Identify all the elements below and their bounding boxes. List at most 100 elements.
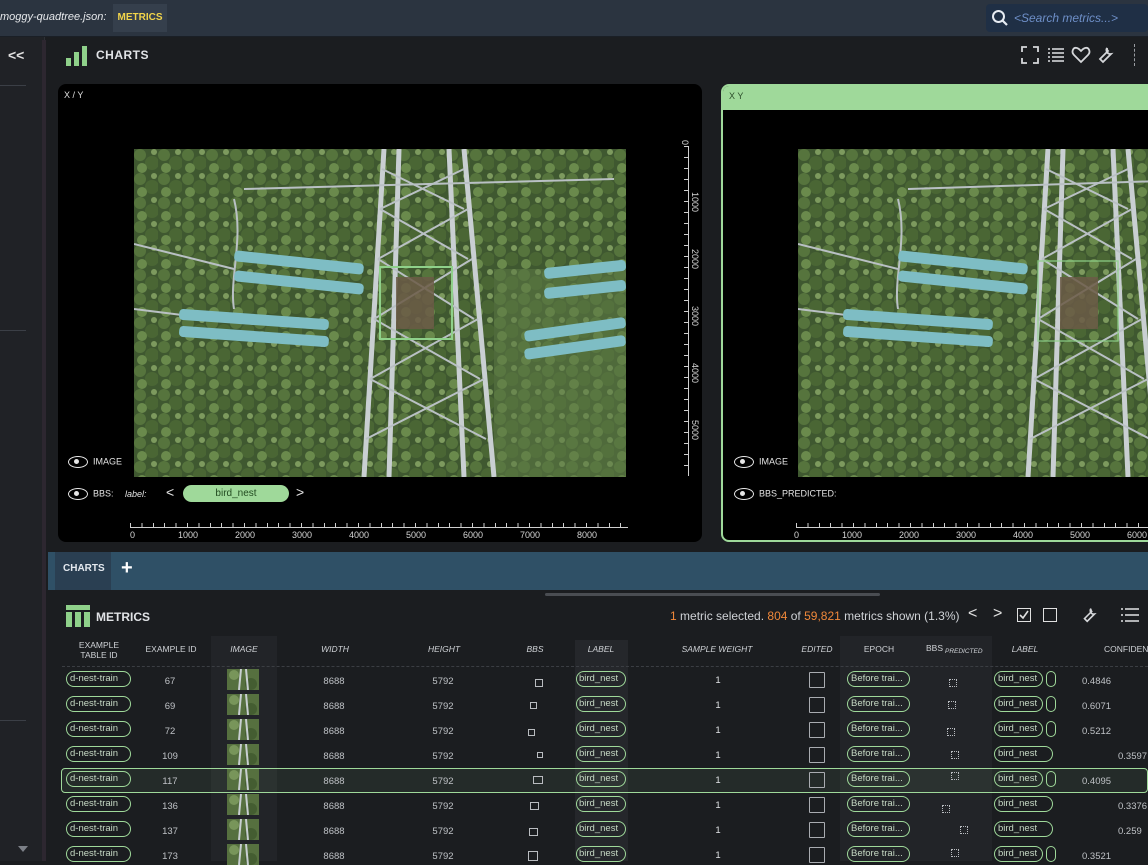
image-thumbnail[interactable] <box>227 769 259 790</box>
edited-checkbox[interactable] <box>809 697 825 713</box>
tab-metrics[interactable]: METRICS <box>113 4 167 32</box>
edited-checkbox[interactable] <box>809 772 825 788</box>
image-thumbnail[interactable] <box>227 844 259 865</box>
label-pill[interactable]: bird_nest <box>576 796 626 812</box>
horizontal-scrollbar[interactable] <box>545 593 880 596</box>
pred-label-pill[interactable]: bird_nest <box>994 696 1043 712</box>
x-tick-label: 5000 <box>406 530 427 540</box>
col-header-epoch[interactable]: EPOCH <box>856 644 902 654</box>
edited-checkbox[interactable] <box>809 747 825 763</box>
wrench-icon[interactable] <box>1095 45 1115 70</box>
col-header-example-id[interactable]: EXAMPLE ID <box>140 644 202 654</box>
image-thumbnail[interactable] <box>227 719 259 740</box>
example-id-cell: 173 <box>162 851 178 862</box>
col-header-example-table-id[interactable]: EXAMPLE TABLE ID <box>72 640 126 660</box>
col-header-width[interactable]: WIDTH <box>310 644 360 654</box>
col-header-bbs[interactable]: BBS <box>516 644 554 654</box>
table-id-pill[interactable]: d-nest-train <box>66 671 131 687</box>
table-id-pill[interactable]: d-nest-train <box>66 721 131 737</box>
col-header-height[interactable]: HEIGHT <box>418 644 470 654</box>
image-thumbnail[interactable] <box>227 694 259 715</box>
prev-label-button[interactable]: < <box>166 484 174 500</box>
epoch-pill[interactable]: Before trai... <box>847 721 910 737</box>
epoch-pill[interactable]: Before trai... <box>847 796 910 812</box>
layout-icon[interactable] <box>1134 44 1148 66</box>
wrench-icon[interactable] <box>1080 606 1098 627</box>
chart-panel-predicted[interactable]: X Y IMAGE BBS_PREDICTED: 0 1000 2000 300… <box>721 84 1148 542</box>
x-tick-label: 4000 <box>1013 530 1034 540</box>
col-header-image[interactable]: IMAGE <box>220 644 268 654</box>
bbs-layer-toggle[interactable]: BBS: <box>68 488 114 500</box>
col-header-pred-label[interactable]: LABEL <box>1002 644 1048 654</box>
pred-label-pill[interactable]: bird_nest <box>994 671 1043 687</box>
table-id-pill[interactable]: d-nest-train <box>66 771 131 787</box>
label-pill[interactable]: bird_nest <box>576 671 626 687</box>
pred-label-pill[interactable]: bird_nest <box>994 771 1043 787</box>
pred-label-pill[interactable]: bird_nest <box>994 821 1053 837</box>
col-header-confidence[interactable]: CONFIDEN <box>1104 644 1148 654</box>
next-label-button[interactable]: > <box>296 484 304 500</box>
table-id-pill[interactable]: d-nest-train <box>66 821 131 837</box>
search-input[interactable]: <Search metrics...> <box>986 4 1148 32</box>
prev-page-button[interactable]: < <box>968 605 977 623</box>
epoch-pill[interactable]: Before trai... <box>847 671 910 687</box>
tab-charts[interactable]: CHARTS <box>63 563 105 574</box>
tower-image[interactable] <box>134 149 626 477</box>
epoch-pill[interactable]: Before trai... <box>847 746 910 762</box>
table-id-pill[interactable]: d-nest-train <box>66 846 131 862</box>
select-all-checkbox-icon[interactable] <box>1017 608 1031 622</box>
edited-checkbox[interactable] <box>809 822 825 838</box>
confidence-cell: 0.4095 <box>1082 776 1112 787</box>
heart-icon[interactable] <box>1071 45 1091 70</box>
pred-label-pill[interactable]: bird_nest <box>994 796 1053 812</box>
table-id-pill[interactable]: d-nest-train <box>66 796 131 812</box>
label-pill[interactable]: bird_nest <box>576 746 626 762</box>
label-pill[interactable]: bird_nest <box>576 821 626 837</box>
label-overflow-pill <box>1046 721 1056 737</box>
fullscreen-icon[interactable] <box>1020 45 1040 70</box>
table-id-pill[interactable]: d-nest-train <box>66 696 131 712</box>
label-pill[interactable]: bird_nest <box>576 846 626 862</box>
edited-checkbox[interactable] <box>809 797 825 813</box>
col-header-edited[interactable]: EDITED <box>794 644 840 654</box>
label-pill[interactable]: bird_nest <box>576 771 626 787</box>
chart-tabs-bar <box>48 552 1148 590</box>
confidence-cell: 0.4846 <box>1082 676 1112 687</box>
image-thumbnail[interactable] <box>227 744 259 765</box>
image-layer-toggle[interactable]: IMAGE <box>734 456 788 468</box>
epoch-pill[interactable]: Before trai... <box>847 846 910 862</box>
col-header-sample-weight[interactable]: SAMPLE WEIGHT <box>670 644 764 654</box>
add-tab-button[interactable]: + <box>121 557 133 580</box>
edited-checkbox[interactable] <box>809 722 825 738</box>
left-sidebar <box>0 37 45 861</box>
epoch-pill[interactable]: Before trai... <box>847 696 910 712</box>
bbs-predicted-mini-box <box>951 849 959 857</box>
x-tick-label: 6000 <box>1127 530 1148 540</box>
collapse-sidebar-button[interactable]: << <box>8 47 24 63</box>
list-icon[interactable] <box>1046 45 1066 70</box>
pred-label-pill[interactable]: bird_nest <box>994 846 1043 862</box>
epoch-pill[interactable]: Before trai... <box>847 771 910 787</box>
epoch-pill[interactable]: Before trai... <box>847 821 910 837</box>
sample-weight-cell: 1 <box>715 725 721 736</box>
col-header-label[interactable]: LABEL <box>578 644 624 654</box>
chart-panel-xy[interactable]: X / Y 0 1000 2000 3000 4000 5000 IMAGE B… <box>58 84 702 542</box>
image-thumbnail[interactable] <box>227 819 259 840</box>
list-icon[interactable] <box>1120 606 1140 627</box>
label-pill[interactable]: bird_nest <box>576 721 626 737</box>
bbs-label-pill[interactable]: bird_nest <box>183 485 289 502</box>
edited-checkbox[interactable] <box>809 672 825 688</box>
image-thumbnail[interactable] <box>227 669 259 690</box>
label-pill[interactable]: bird_nest <box>576 696 626 712</box>
pred-label-pill[interactable]: bird_nest <box>994 746 1053 762</box>
image-layer-toggle[interactable]: IMAGE <box>68 456 122 468</box>
deselect-checkbox-icon[interactable] <box>1043 608 1057 622</box>
scroll-down-icon[interactable] <box>18 846 28 852</box>
y-tick-label: 1000 <box>690 192 700 213</box>
next-page-button[interactable]: > <box>993 605 1002 623</box>
table-id-pill[interactable]: d-nest-train <box>66 746 131 762</box>
tower-image-predicted[interactable] <box>798 149 1148 477</box>
bbs-predicted-layer-toggle[interactable]: BBS_PREDICTED: <box>734 488 837 500</box>
pred-label-pill[interactable]: bird_nest <box>994 721 1043 737</box>
image-thumbnail[interactable] <box>227 794 259 815</box>
